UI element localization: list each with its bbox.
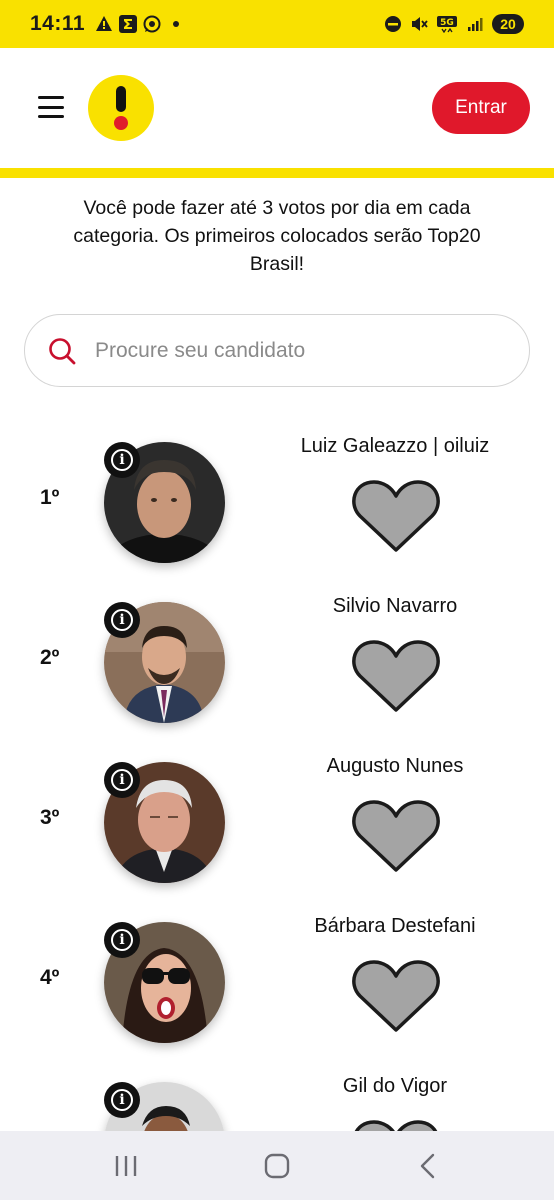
candidate-rank: 2º bbox=[40, 646, 60, 669]
vote-heart-icon[interactable] bbox=[352, 798, 440, 874]
candidate-row: 4º i Bárbara Destefani bbox=[0, 915, 554, 1082]
info-icon[interactable]: i bbox=[104, 442, 140, 478]
header-divider bbox=[0, 168, 554, 178]
status-left-icons bbox=[95, 15, 185, 33]
vote-heart-icon[interactable] bbox=[352, 478, 440, 554]
hamburger-menu-icon[interactable] bbox=[38, 96, 64, 118]
info-icon[interactable]: i bbox=[104, 602, 140, 638]
candidate-name: Silvio Navarro bbox=[332, 595, 458, 617]
search-box[interactable] bbox=[24, 314, 530, 387]
candidate-row: 1º i Luiz Galeazzo | oiluiz bbox=[0, 435, 554, 602]
dnd-icon bbox=[384, 15, 402, 33]
status-bar: 14:11 5G 20 bbox=[0, 0, 554, 48]
signal-icon bbox=[466, 15, 484, 33]
info-icon[interactable]: i bbox=[104, 922, 140, 958]
candidate-name: Luiz Galeazzo | oiluiz bbox=[300, 435, 490, 457]
candidate-rank: 1º bbox=[40, 486, 60, 509]
voting-info-text: Você pode fazer até 3 votos por dia em c… bbox=[73, 197, 481, 275]
mute-icon bbox=[410, 15, 428, 33]
battery-icon: 20 bbox=[492, 14, 524, 34]
vote-heart-icon[interactable] bbox=[352, 958, 440, 1034]
network-label: 5G bbox=[440, 18, 454, 28]
info-icon[interactable]: i bbox=[104, 1082, 140, 1118]
candidate-name: Augusto Nunes bbox=[326, 755, 464, 777]
exclamation-logo[interactable] bbox=[88, 75, 154, 141]
vote-heart-icon[interactable] bbox=[352, 638, 440, 714]
system-nav-bar bbox=[0, 1131, 554, 1200]
status-time: 14:11 bbox=[30, 12, 86, 35]
sigma-icon bbox=[119, 15, 138, 33]
candidate-rank: 3º bbox=[40, 806, 60, 829]
status-right-icons: 5G 20 bbox=[384, 14, 524, 34]
search-icon bbox=[49, 337, 76, 364]
candidate-row: 2º i Silvio Navarro bbox=[0, 595, 554, 762]
candidate-row: 3º i Augusto Nunes bbox=[0, 755, 554, 922]
recent-apps-icon[interactable] bbox=[96, 1141, 156, 1191]
dot-icon bbox=[167, 15, 185, 33]
login-button[interactable]: Entrar bbox=[432, 82, 530, 134]
5g-icon: 5G bbox=[436, 15, 458, 33]
home-icon[interactable] bbox=[247, 1141, 307, 1191]
candidate-name: Bárbara Destefani bbox=[314, 915, 476, 937]
site-header: Entrar bbox=[0, 48, 554, 168]
whatsapp-icon bbox=[143, 15, 161, 33]
back-icon[interactable] bbox=[398, 1141, 458, 1191]
candidate-rank: 4º bbox=[40, 966, 60, 989]
candidate-name: Gil do Vigor bbox=[342, 1075, 448, 1097]
search-input[interactable] bbox=[95, 338, 495, 363]
info-icon[interactable]: i bbox=[104, 762, 140, 798]
warning-icon bbox=[95, 15, 113, 33]
